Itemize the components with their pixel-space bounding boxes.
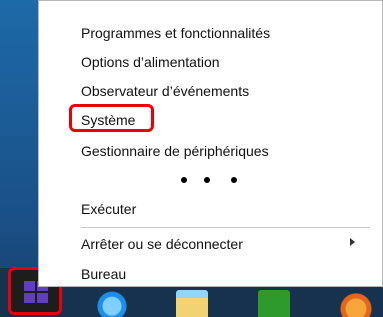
menu-item-observateur-evenements[interactable]: Observateur d’événements: [81, 82, 249, 100]
internet-explorer-icon[interactable]: [96, 290, 128, 317]
menu-item-bureau[interactable]: Bureau: [81, 265, 126, 283]
ellipsis-dot: [231, 177, 237, 183]
menu-item-executer[interactable]: Exécuter: [81, 200, 136, 218]
menu-item-programmes-fonctionnalites[interactable]: Programmes et fonctionnalités: [81, 24, 270, 42]
submenu-arrow-icon: [350, 238, 355, 246]
firefox-icon[interactable]: [340, 290, 372, 317]
ellipsis-dot: [204, 177, 210, 183]
store-icon[interactable]: [258, 290, 290, 317]
menu-separator: [81, 227, 370, 228]
menu-item-options-alimentation[interactable]: Options d’alimentation: [81, 53, 220, 71]
collapsed-items-band: [39, 166, 382, 196]
menu-item-gestionnaire-peripheriques[interactable]: Gestionnaire de périphériques: [81, 142, 269, 160]
systeme-highlight-box: [69, 104, 154, 132]
file-explorer-icon[interactable]: [176, 290, 208, 317]
ellipsis-dot: [181, 177, 187, 183]
power-user-context-menu: Programmes et fonctionnalités Options d’…: [38, 0, 383, 287]
menu-item-arreter-deconnecter[interactable]: Arrêter ou se déconnecter: [81, 235, 243, 253]
